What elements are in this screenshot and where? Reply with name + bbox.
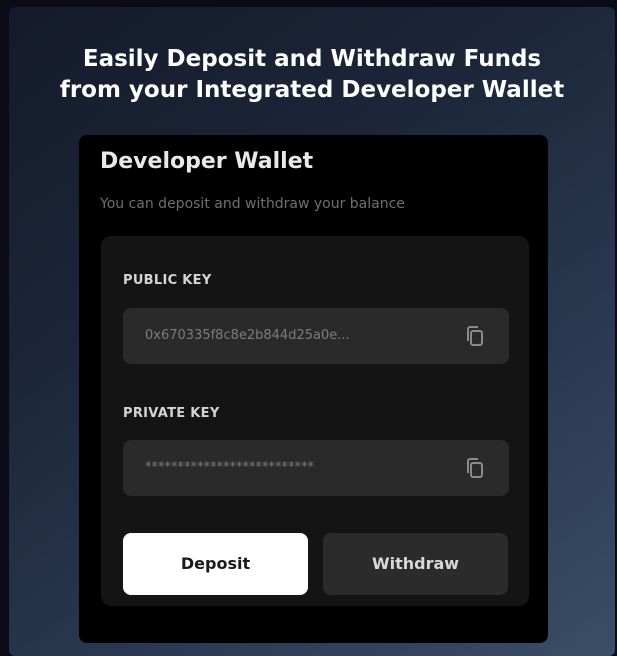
headline: Easily Deposit and Withdraw Funds from y… [59, 46, 565, 103]
promo-panel: Easily Deposit and Withdraw Funds from y… [9, 7, 615, 656]
copy-icon[interactable] [463, 324, 487, 348]
public-key-label: PUBLIC KEY [123, 273, 212, 288]
wallet-subtitle: You can deposit and withdraw your balanc… [100, 196, 405, 212]
private-key-field[interactable]: ************************** [123, 440, 509, 496]
private-key-value: ************************** [145, 460, 314, 475]
copy-icon[interactable] [463, 456, 487, 480]
private-key-label: PRIVATE KEY [123, 406, 220, 421]
deposit-button[interactable]: Deposit [123, 533, 308, 595]
public-key-field[interactable]: 0x670335f8c8e2b844d25a0e... [123, 308, 509, 364]
withdraw-button[interactable]: Withdraw [323, 533, 508, 595]
developer-wallet-card: Developer Wallet You can deposit and wit… [79, 135, 548, 643]
public-key-value: 0x670335f8c8e2b844d25a0e... [145, 328, 350, 343]
wallet-title: Developer Wallet [100, 149, 314, 174]
